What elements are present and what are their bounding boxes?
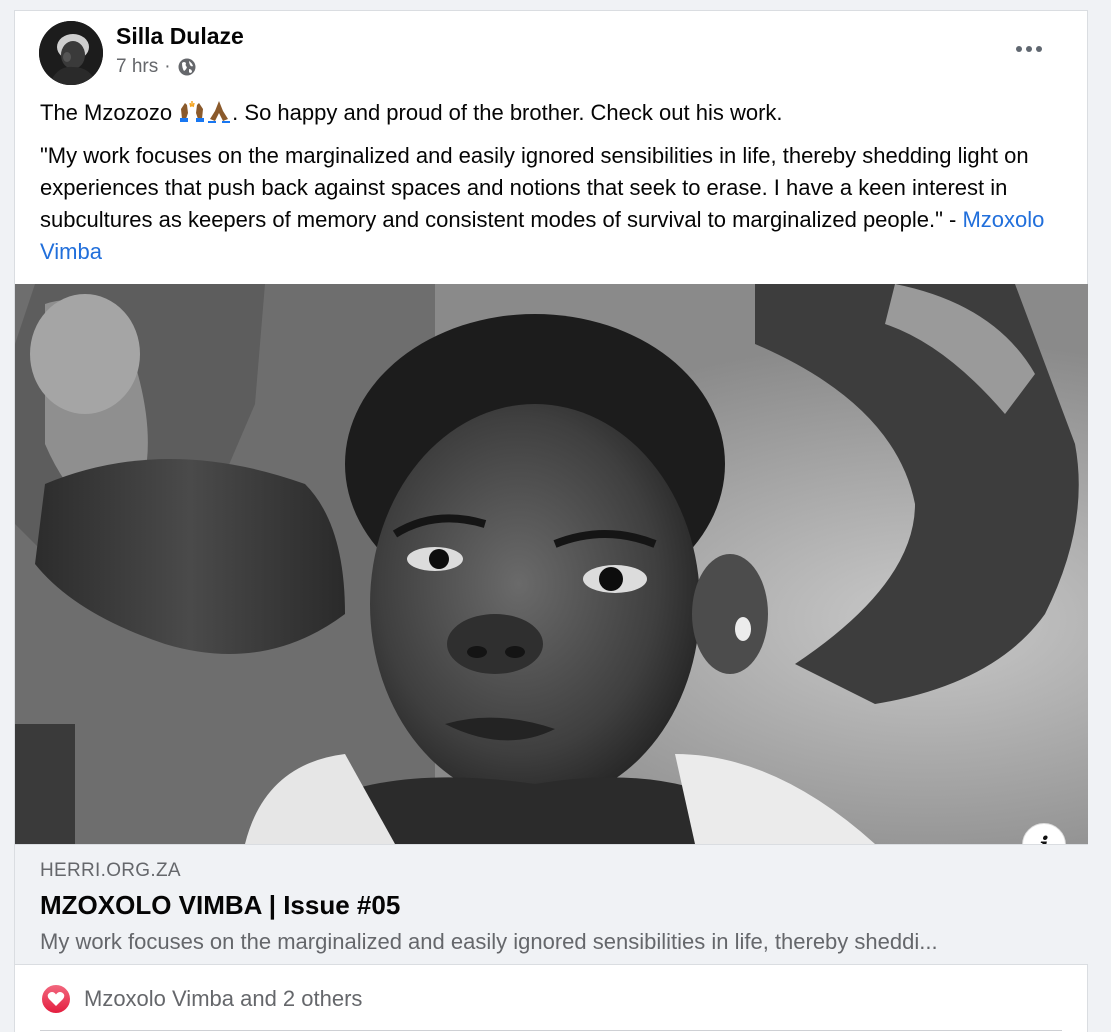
folded-hands-emoji — [206, 99, 232, 131]
globe-icon[interactable] — [177, 57, 197, 77]
link-description: My work focuses on the marginalized and … — [40, 929, 938, 954]
post-card: Silla Dulaze 7 hrs · The Mzozozo . So ha… — [14, 10, 1088, 1032]
post-meta: 7 hrs · — [116, 56, 197, 78]
heart-icon — [40, 983, 72, 1015]
post-quote: "My work focuses on the marginalized and… — [40, 140, 1072, 268]
quote-text: "My work focuses on the marginalized and… — [40, 143, 1029, 232]
author-name[interactable]: Silla Dulaze — [116, 23, 244, 50]
avatar[interactable] — [39, 21, 103, 85]
link-preview-image[interactable] — [15, 284, 1088, 844]
reactions-text[interactable]: Mzoxolo Vimba and 2 others — [84, 986, 362, 1012]
post-text: The Mzozozo . So happy and proud of the … — [40, 98, 1070, 131]
meta-separator: · — [164, 56, 171, 77]
link-title[interactable]: MZOXOLO VIMBA | Issue #05 — [40, 890, 400, 921]
post-text-start: The Mzozozo — [40, 100, 179, 125]
more-options-icon[interactable] — [1009, 35, 1049, 63]
reactions-summary[interactable]: Mzoxolo Vimba and 2 others — [40, 983, 362, 1015]
link-preview[interactable]: HERRI.ORG.ZA MZOXOLO VIMBA | Issue #05 M… — [15, 844, 1088, 965]
link-domain: HERRI.ORG.ZA — [40, 860, 181, 881]
post-text-end: . So happy and proud of the brother. Che… — [232, 100, 783, 125]
raised-hands-emoji — [178, 99, 206, 131]
divider — [40, 1030, 1062, 1031]
post-timestamp[interactable]: 7 hrs — [116, 56, 158, 78]
